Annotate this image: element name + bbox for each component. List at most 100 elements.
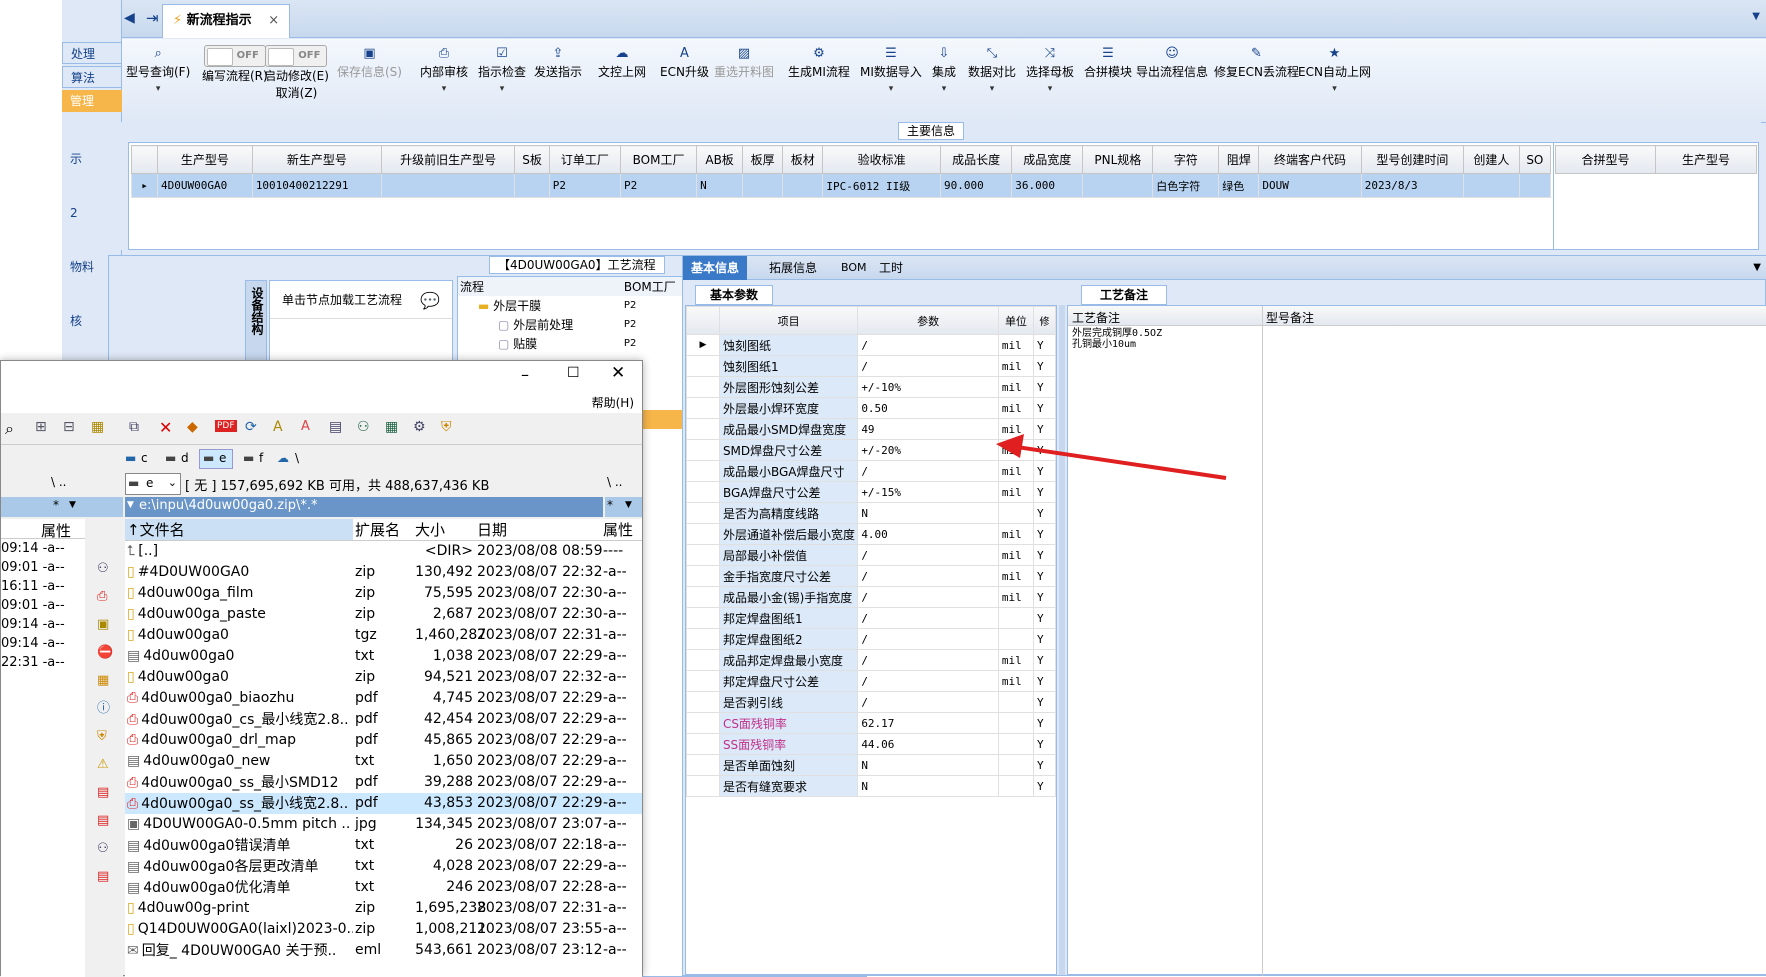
param-value[interactable]: 4.00: [857, 523, 999, 545]
toolbar-button-7[interactable]: ☁ 文控上网: [598, 45, 646, 80]
main-cell[interactable]: 2023/8/3: [1360, 173, 1465, 198]
param-row[interactable]: 外层最小焊环宽度 0.50 mil Y: [686, 397, 1056, 419]
param-value[interactable]: /: [857, 544, 999, 566]
main-col-header[interactable]: 型号创建时间: [1360, 145, 1465, 174]
toggle-button-2[interactable]: OFF 启动修改(E) 取消(Z): [264, 45, 329, 101]
col-date[interactable]: 日期: [475, 519, 601, 541]
toolbar-button-13[interactable]: ⤡ 数据对比 ▾: [968, 45, 1016, 94]
close-icon[interactable]: ×: [268, 13, 279, 28]
pdf-icon[interactable]: PDF: [215, 420, 237, 432]
splitter[interactable]: [1059, 305, 1065, 975]
toolbar-button-14[interactable]: ⤨ 选择母板 ▾: [1026, 45, 1074, 94]
toolbar-button-0[interactable]: ⌕ 型号查询(F) ▾: [126, 45, 190, 94]
param-value[interactable]: /: [857, 355, 999, 377]
tree-node[interactable]: ▢ 外层前处理: [458, 315, 622, 334]
text-icon[interactable]: A: [301, 419, 310, 434]
param-value[interactable]: +/-15%: [857, 481, 999, 503]
param-flag[interactable]: Y: [1033, 565, 1056, 587]
sidebar-item-1[interactable]: 算法: [62, 66, 122, 88]
toolbar-button-15[interactable]: ☰ 合拼模块: [1084, 45, 1132, 80]
tab-bom[interactable]: BOM: [841, 256, 867, 280]
notes-col-model[interactable]: 型号备注: [1266, 309, 1314, 326]
toolbar-button-8[interactable]: A ECN升级: [660, 45, 709, 80]
param-flag[interactable]: Y: [1033, 544, 1056, 566]
merge-col-header[interactable]: 生产型号: [1655, 145, 1757, 174]
drive-select[interactable]: ▬ e ⌄: [125, 473, 181, 495]
left-pane-row[interactable]: 22:31 -a--: [1, 653, 85, 672]
toggle-switch[interactable]: OFF: [265, 45, 328, 67]
main-cell[interactable]: [514, 173, 550, 198]
main-col-header[interactable]: 成品长度: [939, 145, 1013, 174]
toggle-button-1[interactable]: OFF 编写流程(R): [202, 45, 268, 84]
param-value[interactable]: /: [857, 460, 999, 482]
param-flag[interactable]: Y: [1033, 523, 1056, 545]
toolbar-button-4[interactable]: ⎙ 内部审核 ▾: [420, 45, 468, 94]
info-icon[interactable]: ⓘ: [97, 695, 113, 723]
param-flag[interactable]: Y: [1033, 754, 1056, 776]
param-row[interactable]: 外层通道补偿后最小宽度 4.00 mil Y: [686, 523, 1056, 545]
param-value[interactable]: N: [857, 502, 999, 524]
toolbar-button-10[interactable]: ⚙ 生成MI流程: [788, 45, 850, 80]
network-icon[interactable]: ⊟: [63, 419, 75, 435]
pdf-icon[interactable]: ⎙: [97, 583, 113, 611]
col-size[interactable]: 大小: [413, 519, 475, 541]
main-cell[interactable]: [1463, 173, 1520, 198]
param-flag[interactable]: Y: [1033, 775, 1056, 797]
toolbar-button-11[interactable]: ☰ MI数据导入 ▾: [860, 45, 922, 94]
main-col-header[interactable]: PNL规格: [1082, 145, 1154, 174]
file-row[interactable]: ▯ #4D0UW00GA0 zip 130,492 2023/08/07 22:32 -a…: [125, 562, 642, 583]
back-button[interactable]: \ ..: [51, 475, 67, 489]
param-value[interactable]: /: [857, 691, 999, 713]
col-unit[interactable]: 单位: [997, 306, 1035, 335]
archive-icon[interactable]: ▦: [91, 419, 104, 435]
file-row[interactable]: ▤ 4d0uw00ga0错误清单 txt 26 2023/08/07 22:18 -a--: [125, 835, 642, 856]
file-row[interactable]: ▯ 4d0uw00ga0 tgz 1,460,287 2023/08/07 22:31-…: [125, 625, 642, 646]
file-row[interactable]: ⎙ 4d0uw00ga0_ss_最小SMD12 pdf 39,288 2023/08/0…: [125, 772, 642, 793]
main-col-header[interactable]: 终端客户代码: [1258, 145, 1362, 174]
toolbar-button-9[interactable]: ▨ 重选开料图: [714, 45, 774, 80]
main-col-header[interactable]: 升级前旧生产型号: [380, 145, 516, 174]
param-row[interactable]: 是否剥引线 / Y: [686, 691, 1056, 713]
shield-icon[interactable]: ⛨: [441, 419, 452, 435]
main-cell[interactable]: 10010400212291: [251, 173, 382, 198]
settings-icon[interactable]: ⚙: [413, 419, 426, 435]
param-row[interactable]: 外层图形蚀刻公差 +/-10% mil Y: [686, 376, 1056, 398]
drive-d[interactable]: d: [181, 451, 189, 465]
left-pane-row[interactable]: 09:14 -a--: [1, 539, 85, 558]
warning-icon[interactable]: ⚠: [97, 751, 113, 779]
tab-extended-info[interactable]: 拓展信息: [769, 256, 817, 280]
main-cell[interactable]: P2: [548, 173, 621, 198]
param-value[interactable]: 62.17: [857, 712, 999, 734]
font-icon[interactable]: A: [273, 419, 283, 435]
notes-col-process[interactable]: 工艺备注: [1072, 309, 1120, 326]
file-row[interactable]: ▯ Q14D0UW00GA0(laixl)2023-0.. zip 1,008,211…: [125, 919, 642, 940]
param-flag[interactable]: Y: [1033, 733, 1056, 755]
tree-node[interactable]: ▬ 外层干膜: [458, 296, 622, 315]
main-cell[interactable]: IPC-6012 II级: [822, 173, 941, 198]
collapse-icon[interactable]: ◀: [124, 10, 135, 26]
main-cell[interactable]: 白色字符: [1152, 173, 1220, 198]
tab-new-process[interactable]: ⚡ 新流程指示 ×: [162, 4, 291, 38]
main-col-header[interactable]: 验收标准: [822, 145, 941, 174]
main-col-header[interactable]: AB板: [696, 145, 744, 174]
main-col-header[interactable]: 生产型号: [157, 145, 253, 174]
param-value[interactable]: 49: [857, 418, 999, 440]
image-icon[interactable]: ▣: [97, 611, 113, 639]
main-cell[interactable]: 4D0UW00GA0: [157, 173, 253, 198]
main-col-header[interactable]: 阻焊: [1218, 145, 1260, 174]
file-row[interactable]: ⎙ 4d0uw00ga0_cs_最小线宽2.8.. pdf 42,454 2023/08…: [125, 709, 642, 730]
drive-network[interactable]: \: [295, 451, 299, 465]
pack-icon[interactable]: ⧉: [129, 419, 139, 435]
col-modify[interactable]: 修: [1033, 306, 1056, 335]
param-flag[interactable]: Y: [1033, 712, 1056, 734]
file-row[interactable]: ▯ 4d0uw00ga0 zip 94,521 2023/08/07 22:32 -a--: [125, 667, 642, 688]
drive-c[interactable]: c: [141, 451, 148, 465]
process-notes-tab[interactable]: 工艺备注: [1081, 285, 1168, 305]
col-param[interactable]: 参数: [857, 306, 999, 335]
param-row[interactable]: 成品邦定焊盘最小宽度 / mil Y: [686, 649, 1056, 671]
left-pane-row[interactable]: 09:14 -a--: [1, 615, 85, 634]
param-value[interactable]: 44.06: [857, 733, 999, 755]
main-col-header[interactable]: S板: [514, 145, 550, 174]
param-row[interactable]: BGA焊盘尺寸公差 +/-15% mil Y: [686, 481, 1056, 503]
sidebar-item-2[interactable]: 管理: [62, 90, 122, 112]
